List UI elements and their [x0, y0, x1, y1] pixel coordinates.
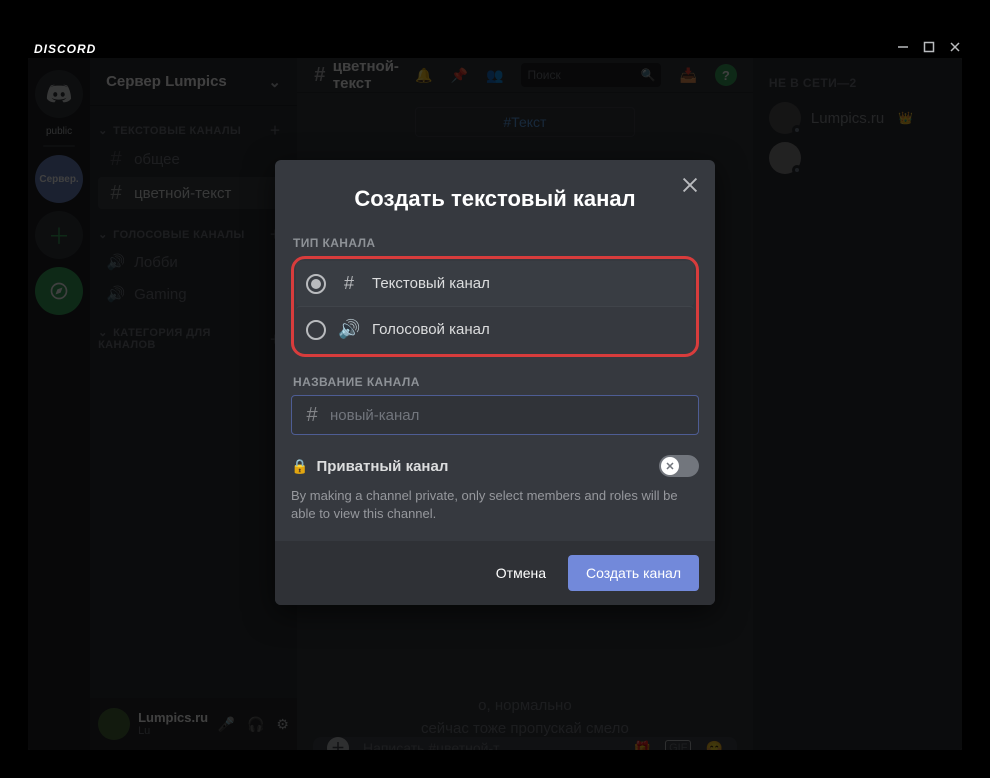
- radio-selected: [306, 274, 326, 294]
- window-close-button[interactable]: [948, 40, 962, 54]
- name-section-label: НАЗВАНИЕ КАНАЛА: [293, 375, 699, 389]
- type-section-label: ТИП КАНАЛА: [293, 236, 699, 250]
- type-option-voice[interactable]: 🔊 Голосовой канал: [296, 306, 694, 352]
- window-maximize-button[interactable]: [922, 40, 936, 54]
- toggle-knob: ✕: [661, 457, 679, 475]
- lock-icon: 🔒: [291, 458, 308, 475]
- type-text-label: Текстовый канал: [372, 275, 490, 292]
- close-icon[interactable]: [679, 174, 701, 199]
- radio-unselected: [306, 320, 326, 340]
- type-option-text[interactable]: # Текстовый канал: [296, 261, 694, 306]
- hash-icon: #: [302, 405, 322, 425]
- modal-title: Создать текстовый канал: [275, 160, 715, 222]
- private-description: By making a channel private, only select…: [291, 487, 699, 523]
- channel-name-placeholder: новый-канал: [330, 407, 419, 424]
- cancel-button[interactable]: Отмена: [482, 555, 560, 591]
- private-toggle[interactable]: ✕: [659, 455, 699, 477]
- wordmark: DISCORD: [34, 42, 96, 56]
- type-voice-label: Голосовой канал: [372, 321, 490, 338]
- channel-name-input[interactable]: # новый-канал: [291, 395, 699, 435]
- hash-icon: #: [338, 273, 360, 294]
- speaker-icon: 🔊: [338, 319, 360, 340]
- create-channel-button[interactable]: Создать канал: [568, 555, 699, 591]
- window-minimize-button[interactable]: [896, 40, 910, 54]
- private-label: Приватный канал: [316, 458, 448, 475]
- create-channel-modal: Создать текстовый канал ТИП КАНАЛА # Тек…: [275, 160, 715, 605]
- channel-type-group: # Текстовый канал 🔊 Голосовой канал: [291, 256, 699, 357]
